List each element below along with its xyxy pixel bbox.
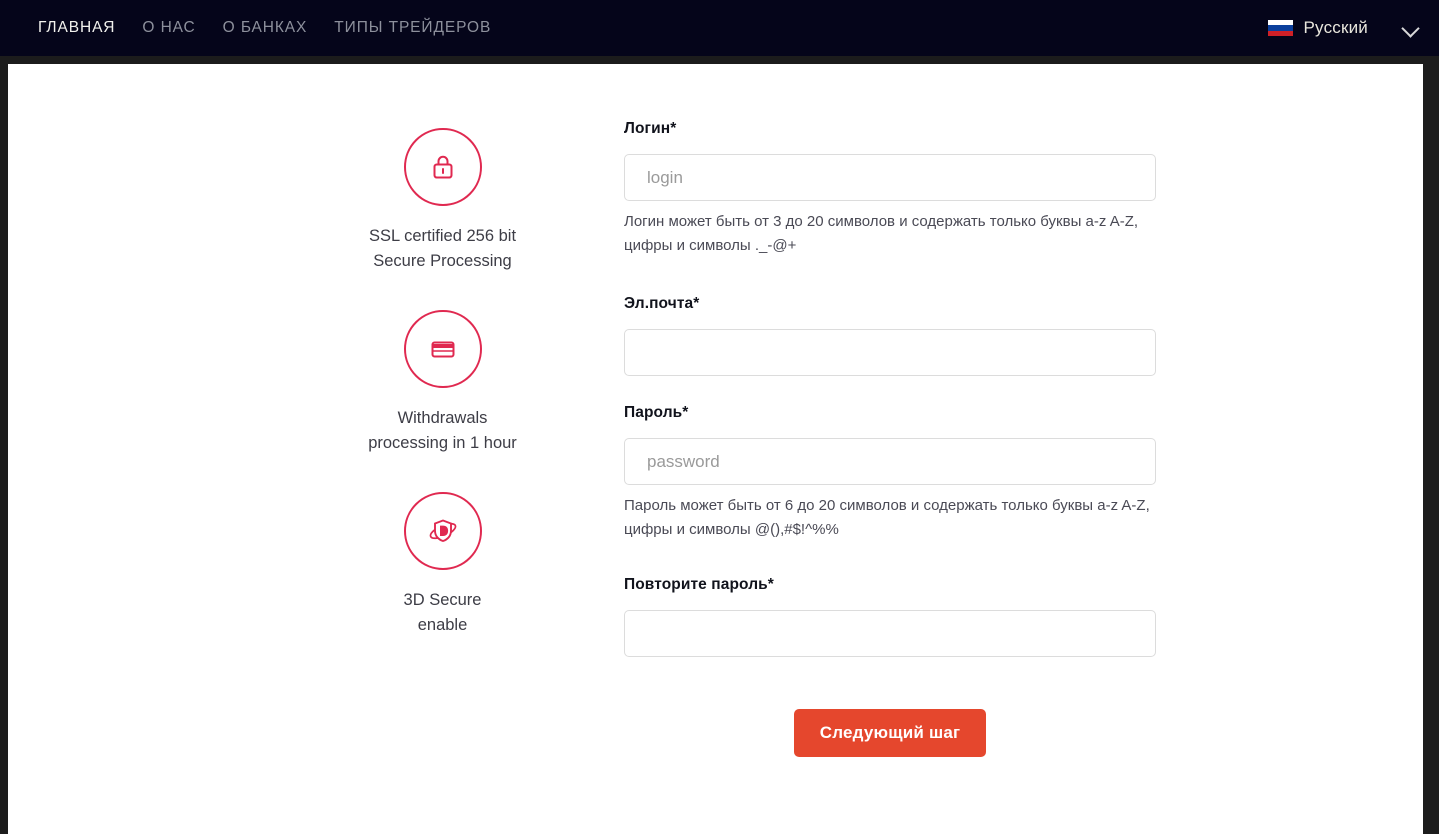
page-sheet: SSL certified 256 bit Secure Processing — [8, 64, 1423, 834]
trust-features-column: SSL certified 256 bit Secure Processing — [335, 128, 550, 638]
field-email: Эл.почта* — [624, 295, 1156, 376]
registration-form: Логин* Логин может быть от 3 до 20 симво… — [624, 120, 1156, 757]
field-login: Логин* Логин может быть от 3 до 20 симво… — [624, 120, 1156, 258]
feature-3d-secure-badge — [403, 492, 482, 570]
nav-link-about-us[interactable]: О НАС — [142, 19, 222, 36]
nav-link-trader-types[interactable]: ТИПЫ ТРЕЙДЕРОВ — [334, 19, 518, 36]
login-hint: Логин может быть от 3 до 20 символов и с… — [624, 213, 1139, 254]
nav-item-about-wrap: О НАС — [142, 19, 222, 37]
feature-withdrawals: Withdrawals processing in 1 hour — [335, 310, 550, 456]
feature-withdrawals-line1: Withdrawals — [397, 409, 488, 427]
nav-item-traders-wrap: ТИПЫ ТРЕЙДЕРОВ — [334, 19, 518, 37]
password-label: Пароль* — [624, 404, 689, 421]
password-input[interactable] — [624, 438, 1156, 485]
feature-3d-secure-text: 3D Secure enable — [404, 588, 482, 638]
email-label: Эл.почта* — [624, 295, 700, 312]
feature-3d-secure-line2: enable — [417, 616, 468, 634]
feature-withdrawals-text: Withdrawals processing in 1 hour — [368, 406, 517, 456]
russia-flag-icon — [1267, 19, 1293, 37]
password-repeat-label: Повторите пароль* — [624, 576, 774, 593]
field-password: Пароль* Пароль может быть от 6 до 20 сим… — [624, 404, 1156, 542]
language-selector[interactable]: Русский — [1267, 0, 1421, 56]
password-repeat-input[interactable] — [624, 610, 1156, 657]
feature-ssl-badge — [403, 128, 482, 206]
feature-3d-secure-line1: 3D Secure — [403, 591, 482, 609]
language-label: Русский — [1303, 18, 1368, 37]
feature-ssl-line1: SSL certified 256 bit — [368, 227, 517, 245]
nav-link-home[interactable]: ГЛАВНАЯ — [38, 19, 142, 36]
submit-row: Следующий шаг — [624, 709, 1156, 757]
nav-link-about-banks[interactable]: О БАНКАХ — [223, 19, 335, 36]
next-step-button[interactable]: Следующий шаг — [793, 709, 987, 757]
email-input[interactable] — [624, 329, 1156, 376]
nav-item-home-wrap: ГЛАВНАЯ — [38, 19, 142, 37]
chevron-down-icon[interactable] — [1401, 18, 1421, 38]
feature-ssl: SSL certified 256 bit Secure Processing — [335, 128, 550, 274]
password-hint: Пароль может быть от 6 до 20 символов и … — [624, 497, 1150, 538]
feature-ssl-text: SSL certified 256 bit Secure Processing — [369, 224, 516, 274]
nav-link-list: ГЛАВНАЯ О НАС О БАНКАХ ТИПЫ ТРЕЙДЕРОВ — [0, 19, 518, 37]
lock-icon — [426, 150, 460, 184]
feature-ssl-line2: Secure Processing — [373, 252, 512, 270]
browser-viewport: ГЛАВНАЯ О НАС О БАНКАХ ТИПЫ ТРЕЙДЕРОВ Ру… — [0, 0, 1439, 834]
top-navigation-bar: ГЛАВНАЯ О НАС О БАНКАХ ТИПЫ ТРЕЙДЕРОВ Ру… — [0, 0, 1439, 56]
field-password-repeat: Повторите пароль* — [624, 576, 1156, 657]
feature-3d-secure: 3D Secure enable — [335, 492, 550, 638]
feature-withdrawals-badge — [403, 310, 482, 388]
credit-card-icon — [425, 331, 461, 367]
page-content: SSL certified 256 bit Secure Processing — [8, 64, 1423, 834]
nav-item-banks-wrap: О БАНКАХ — [223, 19, 335, 37]
shield-3d-secure-icon — [425, 513, 461, 549]
feature-withdrawals-line2: processing in 1 hour — [368, 434, 517, 452]
login-input[interactable] — [624, 154, 1156, 201]
login-label: Логин* — [624, 120, 677, 137]
